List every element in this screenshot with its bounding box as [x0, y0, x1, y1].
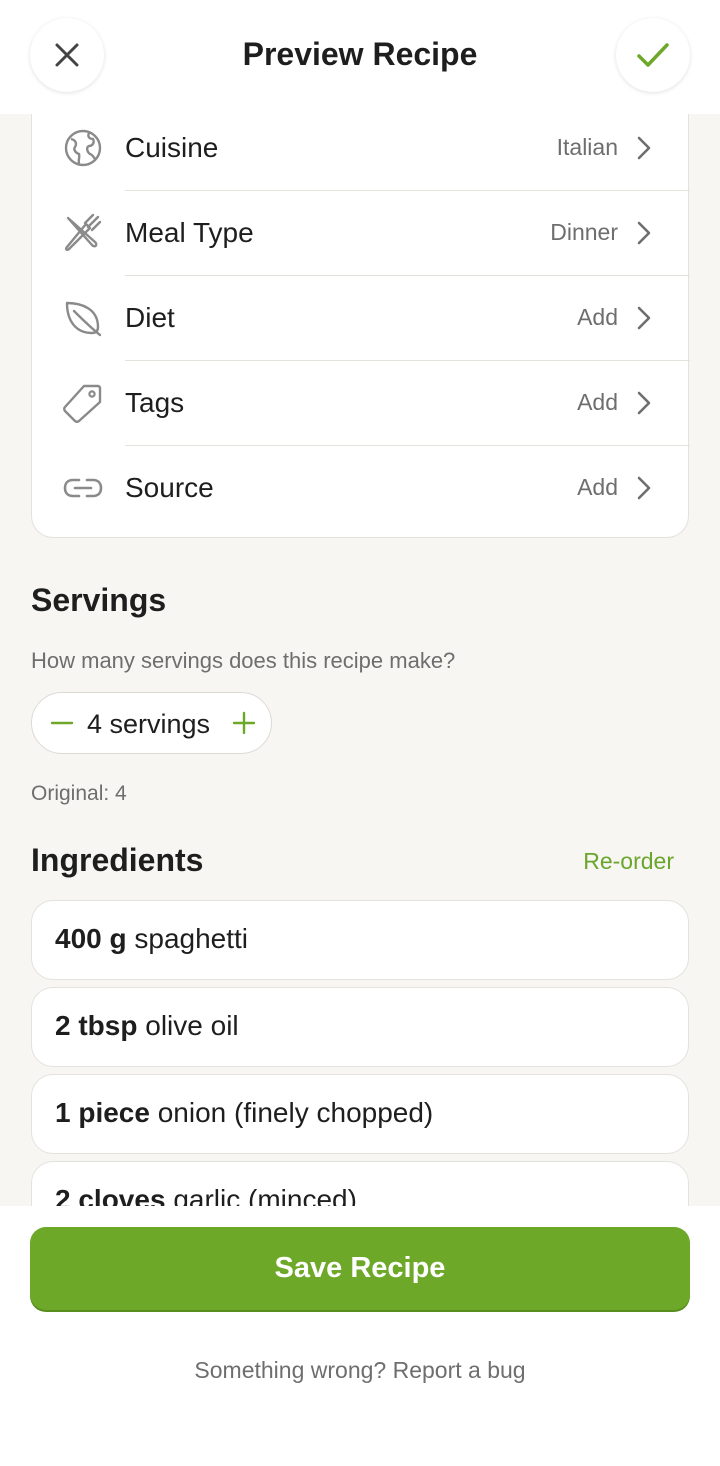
ingredient-qty: 400 g: [55, 923, 127, 954]
header: Preview Recipe: [0, 0, 720, 114]
detail-value: Add: [577, 389, 618, 415]
detail-row-diet[interactable]: Diet Add: [32, 276, 690, 361]
servings-stepper: 4 servings: [31, 692, 272, 754]
detail-value: Add: [577, 304, 618, 330]
recipe-details-card: Cuisine Italian Meal Type Dinner Diet Ad…: [31, 114, 690, 538]
ingredient-text: 2 cloves garlic (minced): [55, 1184, 357, 1206]
chevron-right-icon: [637, 476, 651, 500]
check-icon: [637, 43, 669, 67]
detail-value: Italian: [556, 134, 618, 160]
save-recipe-button[interactable]: Save Recipe: [30, 1227, 690, 1310]
chevron-right-icon: [637, 306, 651, 330]
ingredient-name: olive oil: [145, 1010, 239, 1041]
ingredient-qty: 2 cloves: [55, 1184, 166, 1206]
utensils-icon: [64, 213, 102, 252]
detail-label: Tags: [125, 387, 185, 418]
ingredient-name: spaghetti: [134, 923, 249, 954]
chevron-right-icon: [637, 136, 651, 160]
leaf-icon: [65, 301, 102, 337]
scroll-content[interactable]: Cuisine Italian Meal Type Dinner Diet Ad…: [0, 114, 720, 1206]
chevron-right-icon: [637, 221, 651, 245]
link-icon: [63, 478, 103, 498]
confirm-button[interactable]: [616, 18, 690, 92]
detail-value: Dinner: [550, 219, 618, 245]
ingredient-item[interactable]: 400 g spaghetti: [31, 900, 689, 980]
minus-icon[interactable]: [50, 711, 74, 735]
original-servings: Original: 4: [31, 782, 127, 805]
tag-icon: [63, 384, 102, 423]
servings-question: How many servings does this recipe make?: [31, 648, 456, 673]
ingredient-item[interactable]: 2 tbsp olive oil: [31, 987, 689, 1067]
detail-label: Source: [125, 472, 214, 503]
page-title: Preview Recipe: [242, 36, 478, 72]
ingredient-qty: 2 tbsp: [55, 1010, 138, 1041]
detail-row-source[interactable]: Source Add: [32, 446, 690, 531]
report-bug-link[interactable]: Something wrong? Report a bug: [0, 1357, 720, 1384]
detail-row-meal-type[interactable]: Meal Type Dinner: [32, 191, 690, 276]
detail-value: Add: [577, 474, 618, 500]
plus-icon[interactable]: [232, 711, 256, 735]
detail-label: Cuisine: [125, 132, 219, 163]
ingredient-item[interactable]: 1 piece onion (finely chopped): [31, 1074, 689, 1154]
ingredient-item[interactable]: 2 cloves garlic (minced): [31, 1161, 689, 1206]
ingredient-name: garlic (minced): [173, 1184, 357, 1206]
ingredient-qty: 1 piece: [55, 1097, 150, 1128]
ingredients-title: Ingredients: [31, 842, 204, 878]
detail-label: Meal Type: [125, 217, 254, 248]
detail-row-cuisine[interactable]: Cuisine Italian: [32, 114, 690, 191]
ingredient-text: 2 tbsp olive oil: [55, 1010, 239, 1042]
ingredient-text: 1 piece onion (finely chopped): [55, 1097, 433, 1129]
footer: Save Recipe Something wrong? Report a bu…: [0, 1206, 720, 1466]
servings-title: Servings: [31, 582, 167, 618]
ingredient-text: 400 g spaghetti: [55, 923, 248, 955]
reorder-link[interactable]: Re-order: [583, 848, 674, 875]
ingredient-name: onion (finely chopped): [157, 1097, 434, 1128]
chevron-right-icon: [637, 391, 651, 415]
globe-icon: [64, 129, 102, 167]
servings-count: 4 servings: [87, 709, 211, 739]
detail-label: Diet: [125, 302, 175, 333]
detail-row-tags[interactable]: Tags Add: [32, 361, 690, 446]
